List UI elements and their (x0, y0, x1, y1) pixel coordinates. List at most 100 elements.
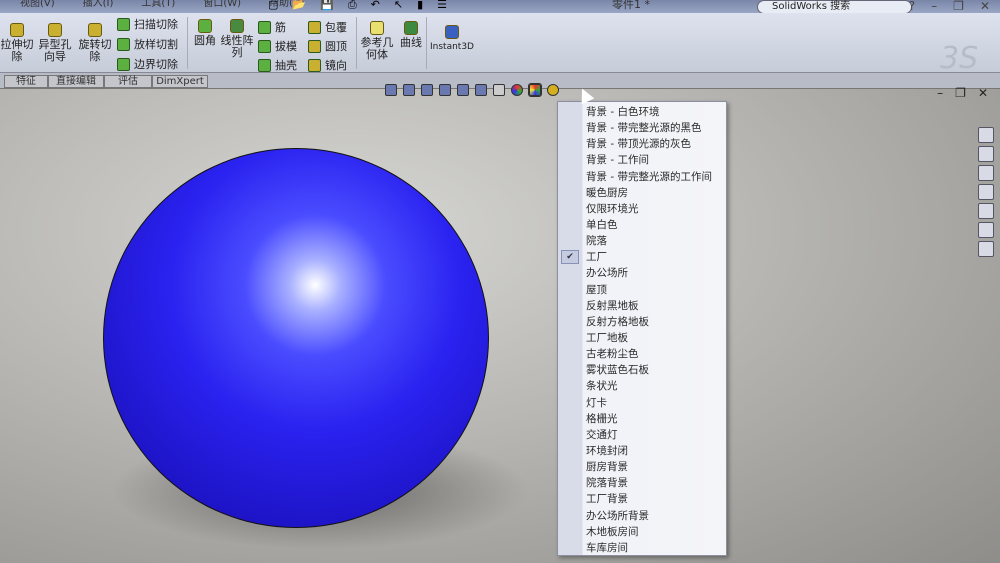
rib-button[interactable]: 筋 (258, 19, 286, 35)
hole-wizard-button[interactable]: 异型孔向导 (38, 23, 72, 63)
boundary-cut-button[interactable]: 边界切除 (117, 56, 178, 72)
reference-geometry-button[interactable]: 参考几何体 (360, 21, 394, 61)
revolve-cut-button[interactable]: 旋转切除 (78, 23, 112, 63)
fillet-button[interactable]: 圆角 (190, 19, 220, 47)
new-icon[interactable]: ▢ (268, 0, 278, 13)
scene-menu-item[interactable]: 格栅光 (558, 411, 726, 427)
close-button[interactable]: ✕ (980, 0, 990, 12)
scene-menu-item[interactable]: 背景 - 带顶光源的灰色 (558, 136, 726, 152)
scene-menu-item[interactable]: 背景 - 白色环境 (558, 104, 726, 120)
viewport-window-controls: – ❐ ✕ (937, 86, 988, 100)
select-icon[interactable]: ↖ (394, 0, 403, 13)
undo-icon[interactable]: ↶ (371, 0, 380, 13)
viewport-close-button[interactable]: ✕ (978, 86, 988, 100)
scene-menu-item[interactable]: 背景 - 带完整光源的黑色 (558, 120, 726, 136)
boundary-cut-icon (117, 57, 130, 71)
help-button[interactable]: ? (909, 0, 915, 12)
scene-menu-item[interactable]: 环境封闭 (558, 443, 726, 459)
menu-window[interactable]: 窗口(W) (203, 0, 241, 13)
menu-insert[interactable]: 插入(I) (83, 0, 114, 13)
options-icon[interactable]: ☰ (437, 0, 447, 13)
scene-menu-item[interactable]: 交通灯 (558, 427, 726, 443)
scene-menu-item[interactable]: 仅限环境光 (558, 201, 726, 217)
wrap-button[interactable]: 包覆 (308, 19, 347, 35)
scene-menu-item[interactable]: 院落 (558, 233, 726, 249)
design-library-icon[interactable] (978, 146, 994, 162)
scene-menu-item[interactable]: 条状光 (558, 378, 726, 394)
sweep-cut-button[interactable]: 扫描切除 (117, 16, 178, 32)
scene-menu-item-label: 工厂地板 (586, 331, 628, 344)
scene-menu-item[interactable]: 背景 - 工作间 (558, 152, 726, 168)
instant3d-button[interactable]: Instant3D (430, 25, 474, 53)
scene-menu-item[interactable]: 灯卡 (558, 395, 726, 411)
scene-menu-item[interactable]: 工厂背景 (558, 491, 726, 507)
view-orientation-icon[interactable] (457, 84, 469, 96)
restore-button[interactable]: ❐ (953, 0, 964, 12)
scene-menu-item[interactable]: 办公场所背景 (558, 508, 726, 524)
save-icon[interactable]: 💾 (320, 0, 334, 13)
scene-menu-item-label: 工厂背景 (586, 493, 628, 506)
scene-menu-item[interactable]: 单白色 (558, 217, 726, 233)
scenes-icon[interactable] (978, 222, 994, 238)
scene-menu-item[interactable]: 院落背景 (558, 475, 726, 491)
previous-view-icon[interactable] (421, 84, 433, 96)
scene-menu-item[interactable]: 反射黑地板 (558, 298, 726, 314)
scene-menu-item[interactable]: ✔ 工厂 (558, 249, 726, 265)
viewport-restore-button[interactable]: ❐ (955, 86, 966, 100)
scene-menu-item[interactable]: 木地板房间 (558, 524, 726, 540)
ds-logo: 3S (940, 41, 979, 76)
scene-menu-item-label: 背景 - 带完整光源的工作间 (586, 170, 712, 183)
draft-button[interactable]: 拔模 (258, 38, 297, 54)
display-style-icon[interactable] (475, 84, 487, 96)
linear-pattern-button[interactable]: 线性阵列 (220, 19, 254, 59)
menu-tools[interactable]: 工具(T) (141, 0, 175, 13)
menu-view[interactable]: 视图(V) (20, 0, 55, 13)
mirror-button[interactable]: 镜向 (308, 57, 347, 73)
scene-menu-item-label: 厨房背景 (586, 461, 628, 474)
shell-button[interactable]: 抽壳 (258, 57, 297, 73)
scene-menu-item-label: 背景 - 带完整光源的黑色 (586, 122, 702, 135)
scene-menu-item[interactable]: 古老粉尘色 (558, 346, 726, 362)
loft-cut-button[interactable]: 放样切割 (117, 36, 178, 52)
scene-menu-item-label: 工厂 (586, 251, 607, 264)
custom-properties-icon[interactable] (978, 241, 994, 257)
view-settings-icon[interactable] (547, 84, 559, 96)
scene-menu-item-label: 条状光 (586, 380, 618, 393)
tab-dimxpert[interactable]: DimXpert (152, 75, 208, 88)
resources-icon[interactable] (978, 127, 994, 143)
scene-menu-item[interactable]: 反射方格地板 (558, 314, 726, 330)
scene-menu-item[interactable]: 雾状蓝色石板 (558, 362, 726, 378)
appearances-icon[interactable] (978, 203, 994, 219)
dome-button[interactable]: 圆顶 (308, 38, 347, 54)
view-palette-icon[interactable] (978, 184, 994, 200)
tab-features[interactable]: 特征 (4, 75, 48, 88)
edit-appearance-icon[interactable] (511, 84, 523, 96)
section-view-icon[interactable] (439, 84, 451, 96)
extrude-cut-button[interactable]: 拉伸切除 (0, 23, 34, 63)
sphere-model[interactable] (103, 148, 489, 528)
scene-menu-item[interactable]: 厨房背景 (558, 459, 726, 475)
rebuild-icon[interactable]: ▮ (417, 0, 423, 13)
viewport-minimize-button[interactable]: – (937, 86, 943, 100)
scene-menu-item-label: 格栅光 (586, 412, 618, 425)
scene-menu-item[interactable]: 办公场所 (558, 265, 726, 281)
curves-button[interactable]: 曲线 (398, 21, 424, 49)
tab-evaluate[interactable]: 评估 (104, 75, 152, 88)
search-input[interactable]: SolidWorks 搜索 (757, 0, 912, 14)
apply-scene-icon[interactable] (528, 83, 542, 97)
scene-menu-item[interactable]: 背景 - 带完整光源的工作间 (558, 169, 726, 185)
zoom-area-icon[interactable] (403, 84, 415, 96)
scene-menu-item-label: 院落背景 (586, 477, 628, 490)
scene-menu-item[interactable]: 工厂地板 (558, 330, 726, 346)
task-pane-tabs (978, 127, 996, 257)
minimize-button[interactable]: – (931, 0, 937, 12)
scene-menu-item[interactable]: 暖色厨房 (558, 185, 726, 201)
open-icon[interactable]: 📂 (292, 0, 306, 13)
scene-menu-item[interactable]: 车库房间 (558, 540, 726, 556)
tab-direct-editing[interactable]: 直接编辑 (48, 75, 104, 88)
scene-menu-item[interactable]: 屋顶 (558, 282, 726, 298)
file-explorer-icon[interactable] (978, 165, 994, 181)
print-icon[interactable]: ⎙ (348, 0, 357, 13)
zoom-to-fit-icon[interactable] (385, 84, 397, 96)
hide-show-icon[interactable] (493, 84, 505, 96)
